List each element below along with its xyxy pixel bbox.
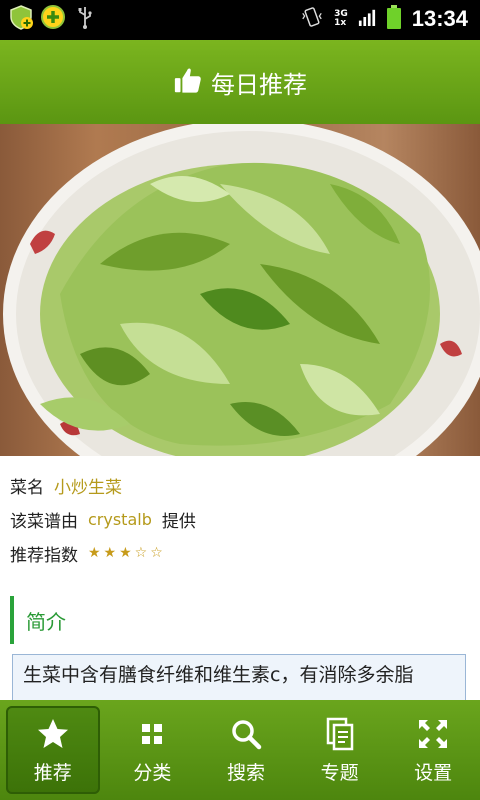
documents-icon [326,717,353,750]
recipe-info: 菜名 小炒生菜 该菜谱由 crystalb 提供 推荐指数 ★★★☆☆ [10,468,470,570]
plus-circle-icon [40,4,66,30]
dish-name-row: 菜名 小炒生菜 [10,468,470,502]
tab-search[interactable]: 搜索 [199,700,293,800]
dish-photo [0,124,480,456]
tab-category[interactable]: 分类 [106,700,200,800]
rating-row: 推荐指数 ★★★☆☆ [10,536,470,570]
usb-icon [72,4,98,30]
page-title: 每日推荐 [211,70,307,99]
tab-topics[interactable]: 专题 [293,700,387,800]
rating-label: 推荐指数 [10,545,78,566]
dish-image [3,124,480,456]
status-bar: 3G 1x 13:34 [0,0,480,40]
vibrate-icon [300,5,324,33]
tab-label: 专题 [320,761,359,784]
battery-icon [386,4,402,34]
star-icon [37,718,68,748]
notification-icons [8,4,98,30]
clock: 13:34 [411,6,468,31]
intro-section-header: 简介 [10,596,474,644]
provider-row: 该菜谱由 crystalb 提供 [10,502,470,536]
bottom-tab-bar: 推荐 分类 搜索 专题 设置 [0,700,480,800]
rating-stars: ★★★☆☆ [88,545,166,561]
tab-settings[interactable]: 设置 [386,700,480,800]
dish-name: 小炒生菜 [54,477,122,498]
provider-name[interactable]: crystalb [88,510,152,529]
tab-label: 分类 [133,761,172,784]
network-signal: 3G 1x [334,9,348,28]
tab-label: 搜索 [226,761,265,784]
expand-arrows-icon [419,719,448,748]
tab-label: 推荐 [33,761,72,784]
dish-name-label: 菜名 [10,477,44,498]
signal-icon [358,5,376,33]
search-icon [232,719,262,749]
provider-prefix: 该菜谱由 [10,511,78,532]
provider-suffix: 提供 [161,511,196,532]
thumbs-up-icon [173,65,203,99]
title-bar: 每日推荐 [0,40,480,124]
tab-label: 设置 [414,761,453,784]
shield-plus-icon [8,4,34,30]
intro-heading: 简介 [26,609,66,634]
tab-recommend[interactable]: 推荐 [6,706,100,794]
grid-icon [142,723,163,744]
intro-text: 生菜中含有膳食纤维和维生素c，有消除多余脂 [23,664,414,686]
